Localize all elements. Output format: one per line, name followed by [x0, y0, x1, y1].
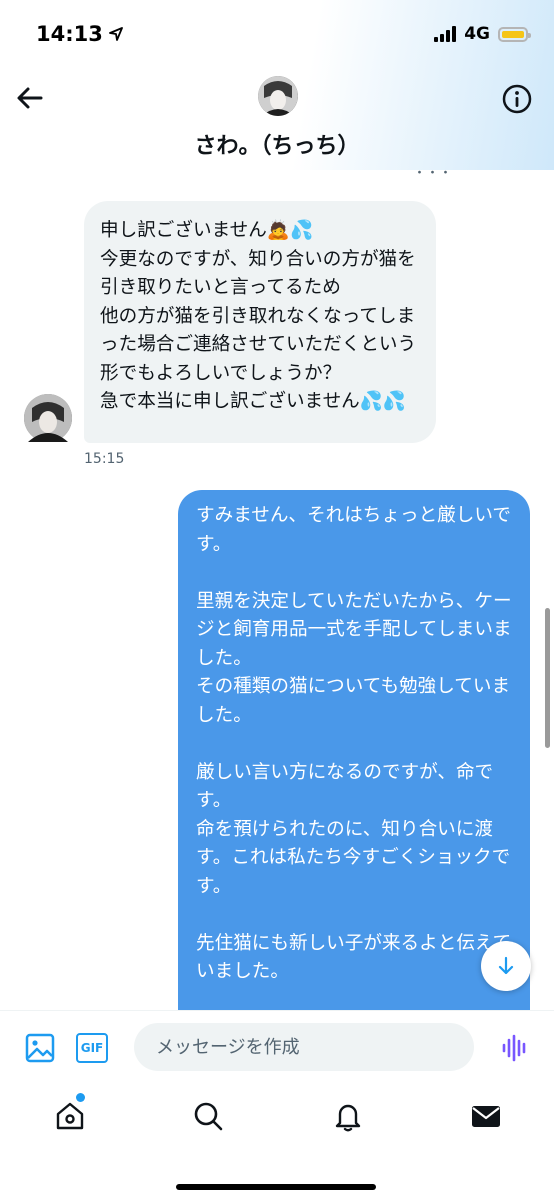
info-button[interactable] — [502, 84, 532, 114]
scrollbar[interactable] — [545, 608, 550, 748]
scroll-to-bottom-button[interactable] — [481, 941, 531, 991]
truncated-previous-text: ・・・ — [412, 170, 452, 181]
back-button[interactable] — [14, 82, 46, 114]
message-timestamp: 15:15 — [84, 451, 125, 467]
outgoing-message-bubble[interactable]: すみません、それはちょっと厳しいです。 里親を決定していただいたから、ケージと飼… — [178, 490, 530, 1010]
arrow-left-icon — [17, 87, 43, 109]
gif-label: GIF — [80, 1041, 104, 1055]
home-icon — [56, 1102, 84, 1130]
bottom-tab-bar — [0, 1086, 554, 1200]
home-indicator[interactable] — [176, 1184, 376, 1190]
bell-icon — [335, 1104, 361, 1132]
tab-notifications[interactable] — [332, 1100, 364, 1132]
avatar-photo — [24, 394, 72, 442]
notification-dot — [76, 1093, 85, 1102]
gif-button[interactable]: GIF — [76, 1033, 108, 1063]
battery-icon — [498, 26, 531, 42]
tab-home[interactable] — [54, 1100, 86, 1132]
chat-header: 14:13 4G さわ。（ちっち） — [0, 0, 554, 170]
arrow-down-icon — [498, 956, 514, 975]
tab-search[interactable] — [192, 1100, 224, 1132]
audio-wave-icon — [502, 1034, 526, 1062]
conversation-avatar[interactable] — [258, 76, 298, 116]
tab-messages[interactable] — [470, 1100, 502, 1132]
location-arrow-icon — [108, 27, 123, 41]
clock-text: 14:13 — [36, 22, 103, 46]
sender-avatar[interactable] — [24, 394, 72, 442]
message-composer: GIF — [0, 1010, 554, 1087]
info-icon — [502, 84, 532, 114]
chat-title[interactable]: さわ。（ちっち） — [0, 128, 554, 160]
status-indicators: 4G — [434, 24, 531, 44]
message-input[interactable] — [134, 1023, 474, 1071]
media-button[interactable] — [24, 1032, 56, 1064]
cellular-signal-icon — [434, 26, 457, 42]
search-icon — [194, 1102, 223, 1131]
voice-message-button[interactable] — [500, 1033, 530, 1063]
network-type: 4G — [464, 24, 490, 44]
message-list[interactable]: ・・・ 申し訳ございません🙇💦 今更なのですが、知り合いの方が猫を引き取りたいと… — [0, 170, 554, 1010]
status-bar: 14:13 4G — [0, 0, 554, 70]
incoming-message-bubble[interactable]: 申し訳ございません🙇💦 今更なのですが、知り合いの方が猫を引き取りたいと言ってる… — [84, 201, 436, 443]
envelope-icon — [472, 1106, 500, 1127]
image-icon — [25, 1033, 55, 1063]
avatar-photo — [258, 76, 298, 116]
status-time: 14:13 — [36, 22, 123, 46]
